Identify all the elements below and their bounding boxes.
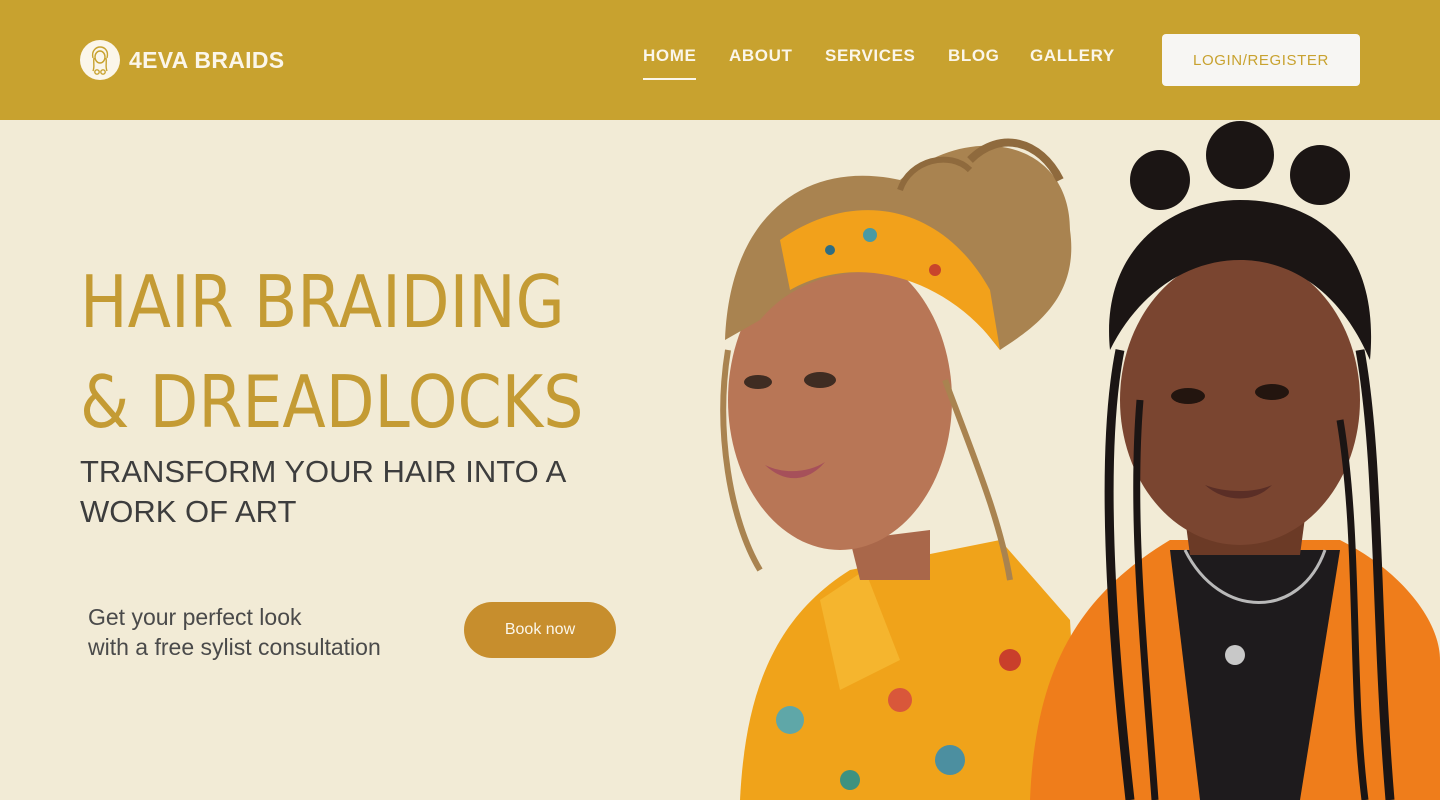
left-model-figure xyxy=(720,138,1080,800)
brand-name: 4EVA BRAIDS xyxy=(129,46,285,73)
braid-woman-icon xyxy=(80,40,120,80)
hero-title: HAIR BRAIDING & DREADLOCKS xyxy=(80,252,608,452)
nav-home[interactable]: HOME xyxy=(643,46,697,80)
hero-subtitle: TRANSFORM YOUR HAIR INTO A WORK OF ART xyxy=(80,452,600,532)
hero-title-line2: & DREADLOCKS xyxy=(80,360,584,444)
consultation-text: Get your perfect look with a free sylist… xyxy=(88,602,428,662)
hero-subtitle-line1: TRANSFORM YOUR HAIR INTO A xyxy=(80,454,567,489)
hero-title-line1: HAIR BRAIDING xyxy=(80,260,565,344)
nav-about[interactable]: ABOUT xyxy=(729,46,792,66)
nav-services[interactable]: SERVICES xyxy=(825,46,915,66)
right-model-figure xyxy=(1030,121,1440,800)
brand-logo[interactable]: 4EVA BRAIDS xyxy=(80,40,284,80)
hero-models-image xyxy=(720,121,1440,800)
nav-blog[interactable]: BLOG xyxy=(948,46,1000,66)
consultation-text-line1: Get your perfect look xyxy=(88,604,302,630)
consultation-text-line2: with a free sylist consultation xyxy=(88,634,381,660)
login-register-button[interactable]: LOGIN/REGISTER xyxy=(1162,34,1360,86)
nav-gallery[interactable]: GALLERY xyxy=(1030,46,1115,66)
book-now-button[interactable]: Book now xyxy=(464,602,616,658)
hero-subtitle-line2: WORK OF ART xyxy=(80,494,297,529)
